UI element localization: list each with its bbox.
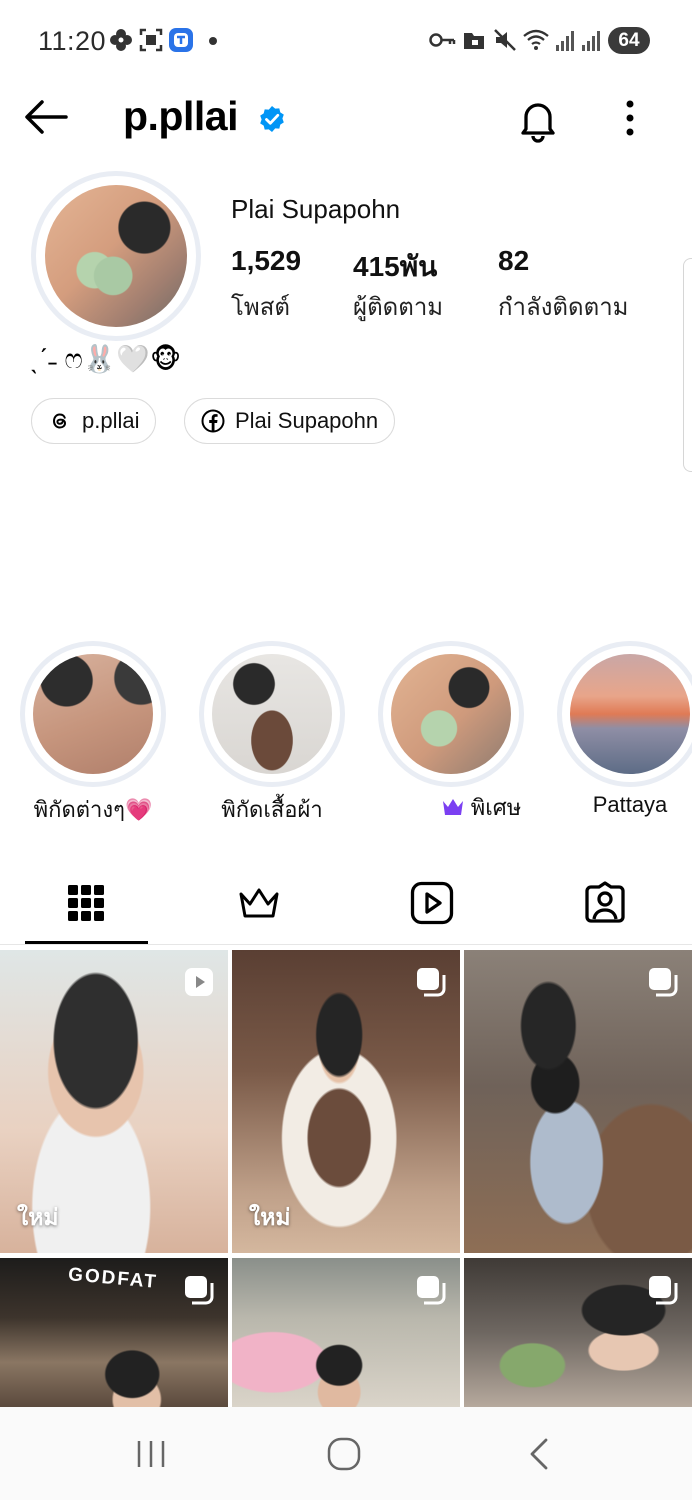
multi-post-icon — [417, 1276, 446, 1305]
profile-bio: ˎˊ˗ ෆ🐰🤍🐵 — [30, 344, 182, 374]
profile-full-name: Plai Supapohn — [231, 194, 401, 224]
multi-post-icon — [417, 968, 446, 997]
highlight-item[interactable] — [378, 641, 524, 787]
photo-sign-text: GODFAT — [67, 1264, 159, 1293]
profile-username: p.pllai — [123, 93, 238, 139]
grid-post[interactable] — [464, 1258, 692, 1407]
highlight-label-special: พิเศษ — [401, 792, 561, 822]
system-navigation-bar — [0, 1407, 692, 1500]
grid-post[interactable]: GODFAT — [0, 1258, 228, 1407]
grid-post[interactable]: ใหม่ — [232, 950, 460, 1253]
highlight-label: พิกัดต่างๆ💗 — [33, 797, 153, 822]
reel-icon — [185, 968, 213, 996]
tab-posts-grid[interactable] — [1, 872, 171, 934]
highlight-item[interactable] — [20, 641, 166, 787]
folder-lock-icon — [464, 33, 484, 49]
wifi-icon — [523, 29, 549, 50]
following-count[interactable]: 82 — [498, 245, 529, 277]
multi-post-icon — [185, 1276, 214, 1305]
followers-count[interactable]: 415พัน — [353, 245, 437, 289]
facebook-link-label: Plai Supapohn — [235, 408, 379, 433]
following-label[interactable]: กำลังติดตาม — [498, 287, 629, 326]
status-time: 11:20 — [38, 26, 107, 56]
grid-icon — [68, 885, 104, 921]
home-icon[interactable] — [326, 1437, 362, 1471]
pinwheel-icon — [110, 29, 132, 51]
highlight-label: พิเศษ — [470, 794, 522, 820]
threads-link-chip[interactable]: p.pllai — [31, 398, 157, 444]
highlight-item[interactable] — [199, 641, 345, 787]
screenshot-icon — [139, 28, 163, 52]
highlight-cover — [212, 654, 332, 774]
notification-bell-icon[interactable] — [514, 95, 562, 143]
facebook-link-chip[interactable]: Plai Supapohn — [184, 398, 396, 444]
reels-icon — [410, 881, 454, 925]
tagged-icon — [585, 881, 625, 923]
followers-label[interactable]: ผู้ติดตาม — [353, 287, 443, 326]
grid-post[interactable]: ใหม่ — [0, 950, 228, 1253]
back-arrow-icon[interactable] — [22, 97, 70, 137]
more-options-icon[interactable] — [618, 98, 642, 138]
status-bar: 11:20 64 — [0, 0, 692, 80]
highlight-cover — [570, 654, 690, 774]
battery-indicator: 64 — [608, 27, 650, 54]
multi-post-icon — [649, 1276, 678, 1305]
grid-post[interactable] — [232, 1258, 460, 1407]
threads-link-label: p.pllai — [82, 408, 140, 433]
verified-badge-icon — [260, 106, 284, 132]
facebook-icon — [201, 409, 225, 433]
multi-post-icon — [649, 968, 678, 997]
side-scroll-handle[interactable] — [683, 258, 692, 472]
highlight-item[interactable] — [557, 641, 692, 787]
new-post-label: ใหม่ — [249, 1204, 291, 1230]
signal-icon — [556, 31, 574, 51]
highlight-label: พิกัดเสื้อผ้า — [221, 797, 323, 822]
highlight-label: Pattaya — [592, 792, 668, 817]
avatar-photo — [45, 185, 187, 327]
highlight-cover — [33, 654, 153, 774]
posts-count[interactable]: 1,529 — [231, 245, 301, 277]
new-post-label: ใหม่ — [17, 1204, 59, 1230]
key-icon — [429, 33, 456, 47]
mute-icon — [494, 29, 516, 51]
threads-icon — [52, 413, 67, 429]
posts-label[interactable]: โพสต์ — [231, 287, 290, 326]
highlight-cover — [391, 654, 511, 774]
tab-tagged[interactable] — [520, 872, 690, 934]
tab-reels[interactable] — [347, 872, 517, 934]
grid-post[interactable] — [464, 950, 692, 1253]
profile-avatar[interactable] — [31, 171, 201, 341]
tab-exclusive[interactable] — [174, 872, 344, 934]
back-icon[interactable] — [524, 1437, 554, 1471]
dot-icon — [209, 37, 217, 45]
app-notification-icon — [169, 28, 193, 52]
tab-divider — [0, 944, 692, 945]
recent-apps-icon[interactable] — [134, 1439, 168, 1469]
signal-icon-2 — [582, 31, 600, 51]
crown-icon — [239, 888, 279, 918]
crown-icon — [442, 799, 463, 815]
